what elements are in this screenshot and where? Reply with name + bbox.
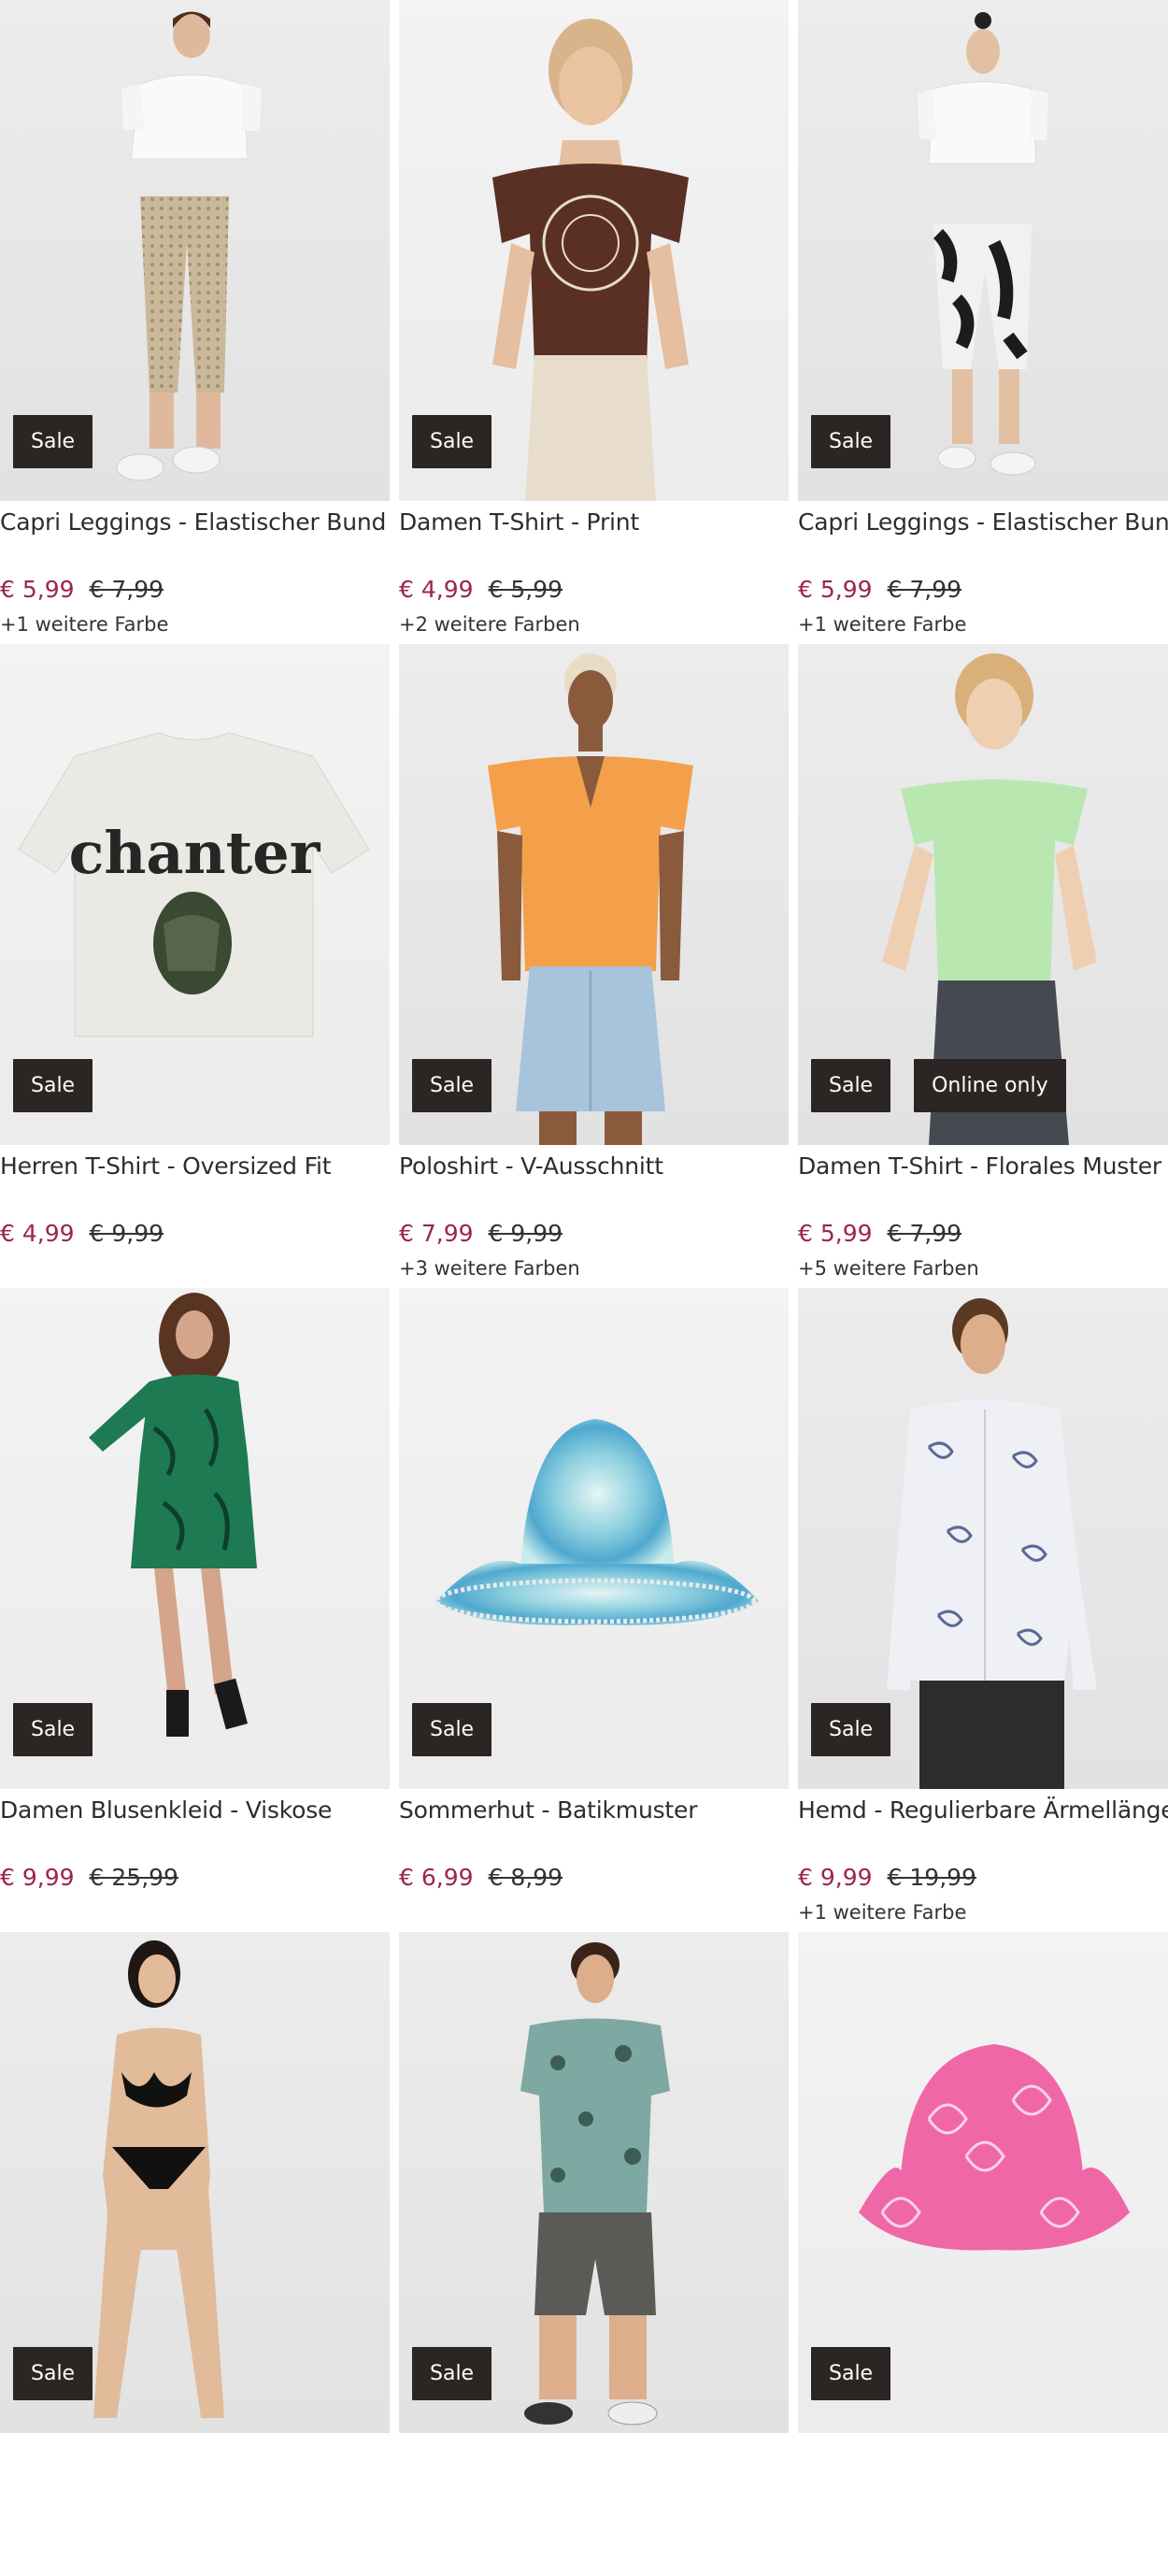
old-price: € 9,99 bbox=[488, 1220, 563, 1247]
product-title[interactable]: Sommerhut - Batikmuster bbox=[399, 1796, 789, 1824]
sale-badge: Sale bbox=[13, 2347, 93, 2400]
product-card[interactable]: Sale Damen Blusenkleid - Viskose € 9,99 … bbox=[0, 1288, 390, 1932]
product-title[interactable]: Herren T-Shirt - Oversized Fit bbox=[0, 1152, 390, 1180]
badge-row: Sale bbox=[412, 2347, 492, 2400]
old-price: € 7,99 bbox=[89, 576, 164, 603]
price-row: € 5,99 € 7,99 bbox=[0, 576, 164, 603]
badge-row: Sale Online only bbox=[811, 1059, 1066, 1112]
product-card[interactable]: Sale bbox=[0, 1932, 390, 2576]
sale-badge: Sale bbox=[811, 1703, 891, 1756]
sale-badge: Sale bbox=[412, 1703, 492, 1756]
product-card[interactable]: Sale Capri Leggings - Elastischer Bund €… bbox=[798, 0, 1168, 644]
product-card[interactable]: Sale Poloshirt - V-Ausschnitt € 7,99 € 9… bbox=[399, 644, 789, 1288]
sale-badge: Sale bbox=[811, 415, 891, 468]
price-row: € 5,99 € 7,99 bbox=[798, 576, 961, 603]
product-card[interactable]: Sale Damen T-Shirt - Print € 4,99 € 5,99… bbox=[399, 0, 789, 644]
product-title[interactable]: Damen T-Shirt - Florales Muster bbox=[798, 1152, 1168, 1180]
old-price: € 7,99 bbox=[887, 576, 962, 603]
price-row: € 7,99 € 9,99 bbox=[399, 1220, 563, 1247]
product-image[interactable]: Sale bbox=[399, 1932, 789, 2433]
product-title[interactable]: Capri Leggings - Elastischer Bund bbox=[798, 508, 1168, 536]
current-price: € 7,99 bbox=[399, 1220, 474, 1247]
current-price: € 5,99 bbox=[0, 576, 75, 603]
price-row: € 4,99 € 9,99 bbox=[0, 1220, 164, 1247]
product-image[interactable]: chanter Sale bbox=[0, 644, 390, 1145]
online-only-badge: Online only bbox=[914, 1059, 1066, 1112]
product-image[interactable]: Sale bbox=[798, 1932, 1168, 2433]
current-price: € 5,99 bbox=[798, 576, 873, 603]
product-grid: Sale Capri Leggings - Elastischer Bund €… bbox=[0, 0, 1168, 2576]
more-colors-text[interactable]: +2 weitere Farben bbox=[399, 613, 580, 636]
sale-badge: Sale bbox=[13, 415, 93, 468]
product-card[interactable]: chanter Sale Herren T-Shirt - Oversized … bbox=[0, 644, 390, 1288]
sale-badge: Sale bbox=[811, 1059, 891, 1112]
old-price: € 7,99 bbox=[887, 1220, 962, 1247]
badge-row: Sale bbox=[412, 1059, 492, 1112]
product-image[interactable]: Sale bbox=[399, 0, 789, 501]
product-image[interactable]: Sale bbox=[798, 0, 1168, 501]
price-row: € 5,99 € 7,99 bbox=[798, 1220, 961, 1247]
product-image[interactable]: Sale Online only bbox=[798, 644, 1168, 1145]
badge-row: Sale bbox=[811, 2347, 891, 2400]
product-image[interactable]: Sale bbox=[0, 1288, 390, 1789]
current-price: € 6,99 bbox=[399, 1864, 474, 1891]
badge-row: Sale bbox=[412, 1703, 492, 1756]
product-title[interactable]: Capri Leggings - Elastischer Bund bbox=[0, 508, 390, 536]
sale-badge: Sale bbox=[412, 1059, 492, 1112]
product-image[interactable]: Sale bbox=[399, 644, 789, 1145]
old-price: € 9,99 bbox=[89, 1220, 164, 1247]
price-row: € 4,99 € 5,99 bbox=[399, 576, 563, 603]
more-colors-text[interactable]: +5 weitere Farben bbox=[798, 1257, 979, 1280]
product-card[interactable]: Sale Online only Damen T-Shirt - Florale… bbox=[798, 644, 1168, 1288]
product-title[interactable]: Poloshirt - V-Ausschnitt bbox=[399, 1152, 789, 1180]
more-colors-text[interactable]: +3 weitere Farben bbox=[399, 1257, 580, 1280]
badge-row: Sale bbox=[13, 415, 93, 468]
price-row: € 9,99 € 25,99 bbox=[0, 1864, 178, 1891]
product-card[interactable]: Sale Hemd - Regulierbare Ärmellänge € 9,… bbox=[798, 1288, 1168, 1932]
badge-row: Sale bbox=[811, 415, 891, 468]
product-image[interactable]: Sale bbox=[0, 1932, 390, 2433]
product-card[interactable]: Sale bbox=[798, 1932, 1168, 2576]
product-image[interactable]: Sale bbox=[798, 1288, 1168, 1789]
price-row: € 9,99 € 19,99 bbox=[798, 1864, 976, 1891]
more-colors-text[interactable]: +1 weitere Farbe bbox=[0, 613, 168, 636]
svg-text:chanter: chanter bbox=[69, 819, 321, 887]
product-card[interactable]: Sale Capri Leggings - Elastischer Bund €… bbox=[0, 0, 390, 644]
badge-row: Sale bbox=[13, 1703, 93, 1756]
product-title[interactable]: Damen Blusenkleid - Viskose bbox=[0, 1796, 390, 1824]
price-row: € 6,99 € 8,99 bbox=[399, 1864, 563, 1891]
product-title[interactable]: Hemd - Regulierbare Ärmellänge bbox=[798, 1796, 1168, 1824]
more-colors-text[interactable]: +1 weitere Farbe bbox=[798, 613, 966, 636]
badge-row: Sale bbox=[811, 1703, 891, 1756]
product-image[interactable]: Sale bbox=[399, 1288, 789, 1789]
current-price: € 9,99 bbox=[0, 1864, 75, 1891]
product-card[interactable]: Sale bbox=[399, 1932, 789, 2576]
current-price: € 4,99 bbox=[0, 1220, 75, 1247]
product-image[interactable]: Sale bbox=[0, 0, 390, 501]
sale-badge: Sale bbox=[412, 2347, 492, 2400]
current-price: € 9,99 bbox=[798, 1864, 873, 1891]
old-price: € 25,99 bbox=[89, 1864, 178, 1891]
sale-badge: Sale bbox=[412, 415, 492, 468]
old-price: € 5,99 bbox=[488, 576, 563, 603]
sale-badge: Sale bbox=[811, 2347, 891, 2400]
product-card[interactable]: Sale Sommerhut - Batikmuster € 6,99 € 8,… bbox=[399, 1288, 789, 1932]
sale-badge: Sale bbox=[13, 1703, 93, 1756]
badge-row: Sale bbox=[13, 1059, 93, 1112]
old-price: € 8,99 bbox=[488, 1864, 563, 1891]
product-title[interactable]: Damen T-Shirt - Print bbox=[399, 508, 789, 536]
more-colors-text[interactable]: +1 weitere Farbe bbox=[798, 1901, 966, 1924]
badge-row: Sale bbox=[412, 415, 492, 468]
badge-row: Sale bbox=[13, 2347, 93, 2400]
current-price: € 4,99 bbox=[399, 576, 474, 603]
current-price: € 5,99 bbox=[798, 1220, 873, 1247]
old-price: € 19,99 bbox=[887, 1864, 976, 1891]
sale-badge: Sale bbox=[13, 1059, 93, 1112]
